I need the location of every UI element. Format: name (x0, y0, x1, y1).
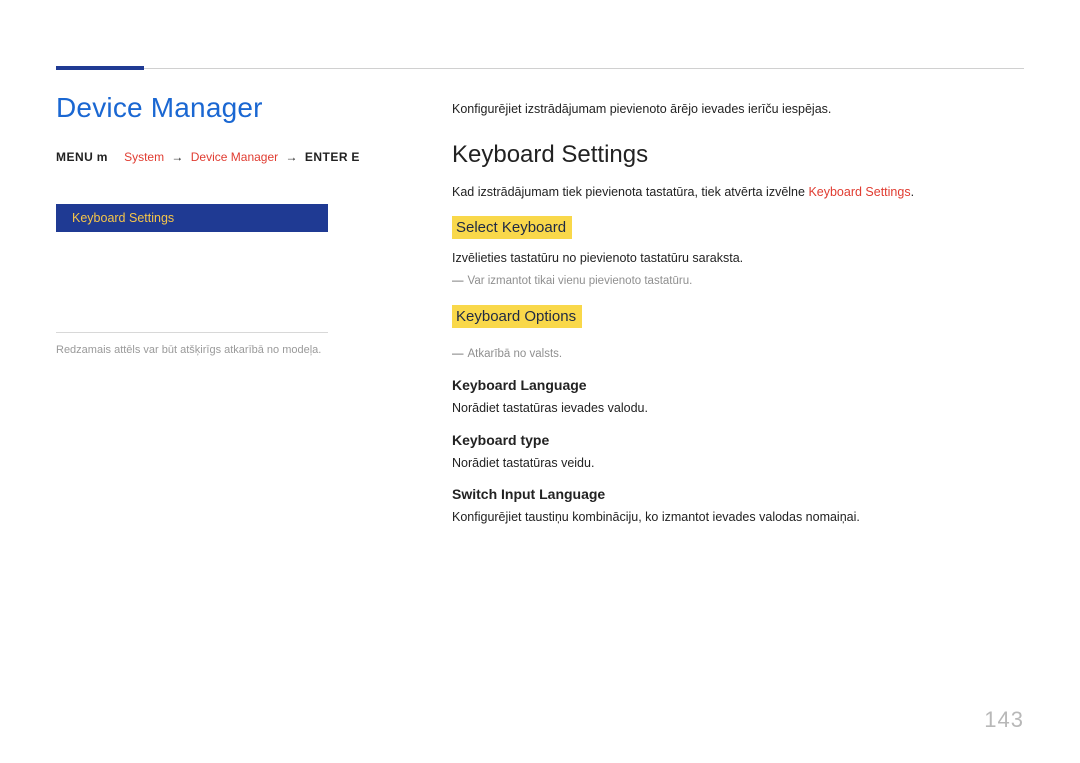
select-keyboard-note: ―Var izmantot tikai vienu pievienoto tas… (466, 273, 1012, 290)
section-desc-pre: Kad izstrādājumam tiek pievienota tastat… (452, 185, 808, 199)
arrow-icon: → (171, 150, 183, 164)
section-description: Kad izstrādājumam tiek pievienota tastat… (452, 183, 1012, 202)
panel-divider (56, 332, 328, 333)
breadcrumb-system: System (124, 150, 164, 164)
sidebar-item-label: Keyboard Settings (72, 211, 174, 225)
keyboard-options-note: ―Atkarībā no valsts. (466, 346, 1012, 363)
breadcrumb-device-manager: Device Manager (191, 150, 278, 164)
breadcrumb: MENU m System → Device Manager → ENTER E (56, 150, 386, 164)
option-desc: Konfigurējiet taustiņu kombināciju, ko i… (452, 508, 1012, 527)
right-column: Konfigurējiet izstrādājumam pievienoto ā… (452, 100, 1012, 541)
section-heading: Keyboard Settings (452, 141, 1012, 169)
option-desc: Norādiet tastatūras ievades valodu. (452, 399, 1012, 418)
option-title: Keyboard type (452, 432, 1012, 448)
page-number: 143 (984, 707, 1024, 733)
page-title: Device Manager (56, 92, 386, 124)
top-accent-bar (56, 66, 144, 70)
sidebar-menu: Keyboard Settings (56, 204, 328, 232)
breadcrumb-menu-label: MENU (56, 150, 93, 164)
intro-text: Konfigurējiet izstrādājumam pievienoto ā… (452, 100, 1012, 119)
arrow-icon: → (285, 150, 297, 164)
section-desc-post: . (911, 185, 914, 199)
select-keyboard-desc: Izvēlieties tastatūru no pievienoto tast… (452, 249, 1012, 268)
menu-icon: m (97, 150, 108, 164)
keyboard-options-label: Keyboard Options (452, 305, 582, 328)
sidebar-item-keyboard-settings[interactable]: Keyboard Settings (56, 204, 328, 232)
option-title: Switch Input Language (452, 486, 1012, 502)
left-column: Device Manager MENU m System → Device Ma… (56, 92, 386, 358)
section-desc-keyword: Keyboard Settings (808, 185, 910, 199)
enter-icon: E (351, 150, 359, 164)
dash-icon: ― (452, 348, 464, 360)
note-text: Atkarībā no valsts. (468, 348, 563, 360)
option-desc: Norādiet tastatūras veidu. (452, 454, 1012, 473)
option-title: Keyboard Language (452, 377, 1012, 393)
breadcrumb-enter-label: ENTER (305, 150, 348, 164)
select-keyboard-label: Select Keyboard (452, 216, 572, 239)
dash-icon: ― (452, 275, 464, 287)
top-rule (56, 68, 1024, 69)
page: Device Manager MENU m System → Device Ma… (0, 0, 1080, 763)
note-text: Var izmantot tikai vienu pievienoto tast… (468, 275, 693, 287)
panel-caption: Redzamais attēls var būt atšķirīgs atkar… (56, 343, 356, 358)
